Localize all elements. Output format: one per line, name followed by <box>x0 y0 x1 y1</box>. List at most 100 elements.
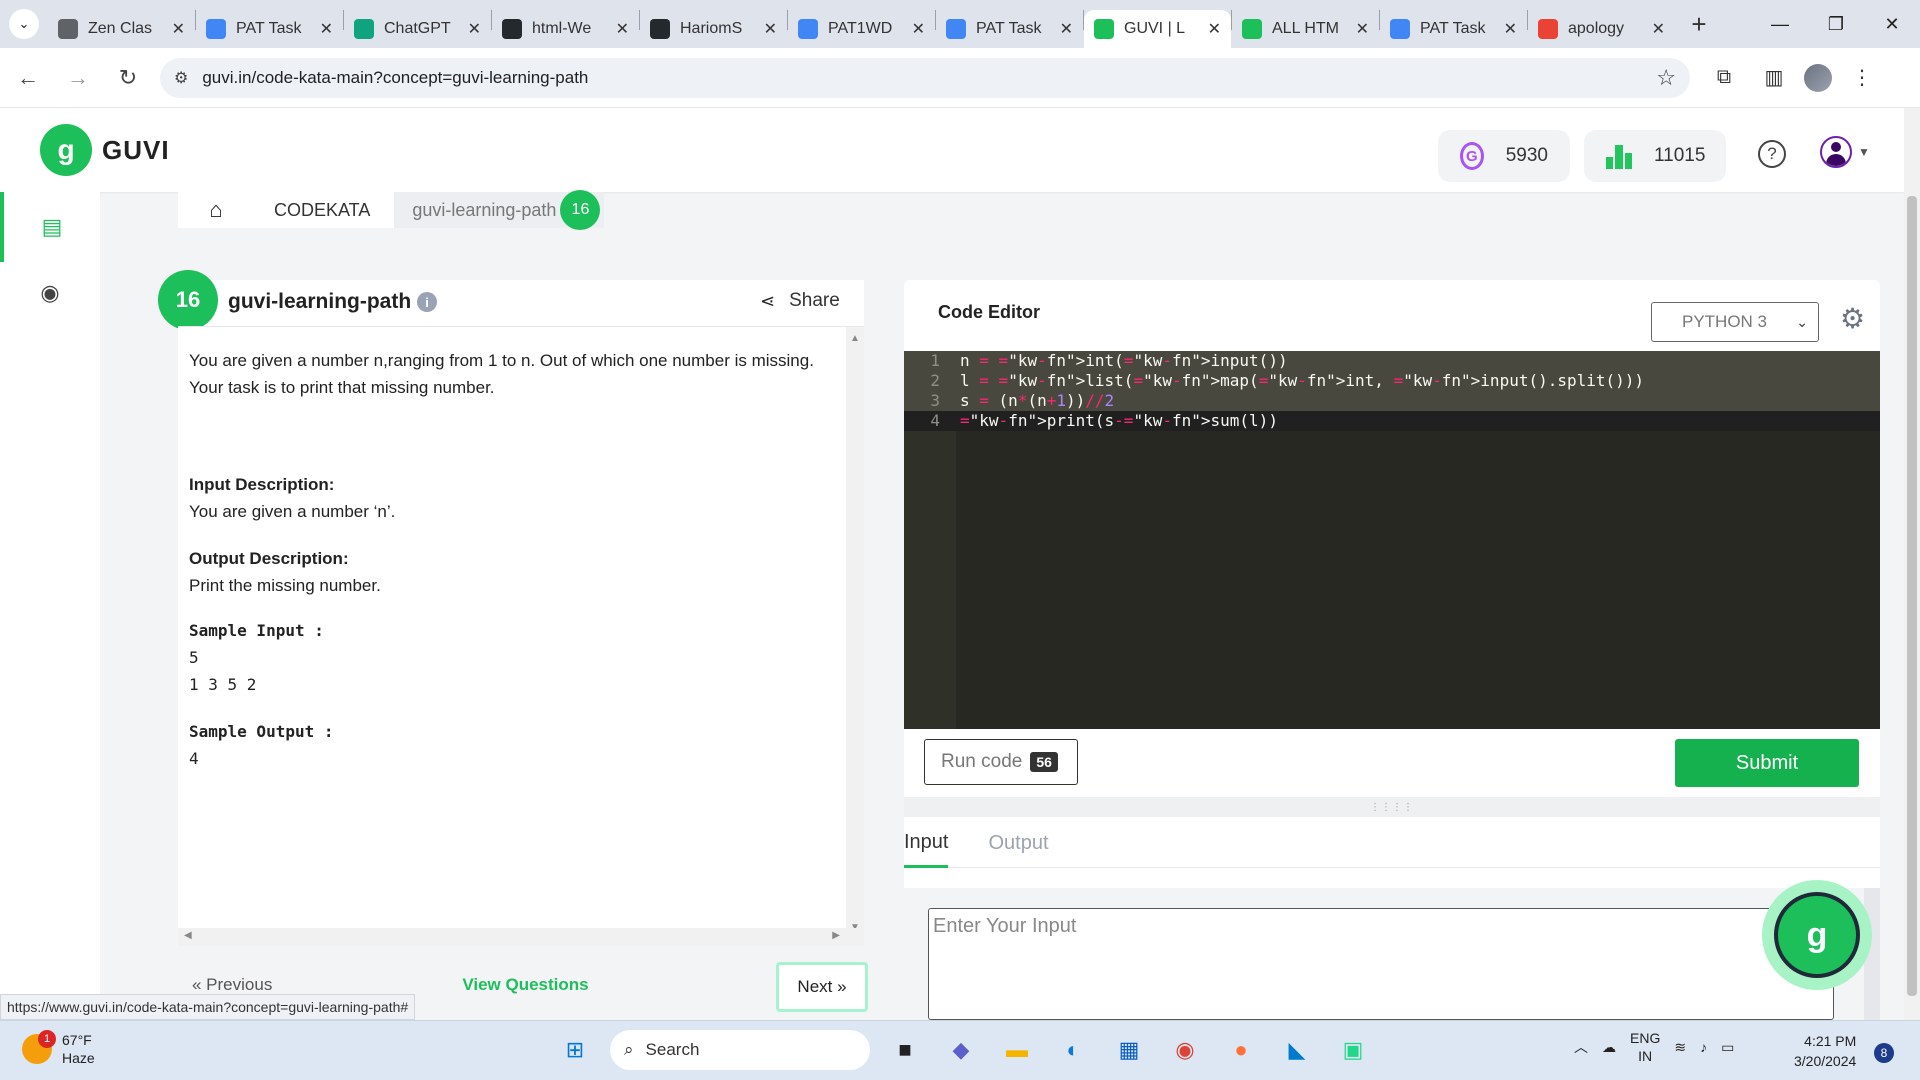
submit-button[interactable]: Submit <box>1675 739 1859 787</box>
pycharm-icon[interactable]: ▣ <box>1332 1029 1374 1071</box>
restore-button[interactable]: ❐ <box>1808 0 1864 48</box>
browser-tab[interactable]: GUVI | L ✕ <box>1084 10 1231 48</box>
classroom-icon <box>58 19 78 39</box>
browser-tab[interactable]: apology ✕ <box>1528 10 1675 48</box>
task-view-icon[interactable]: ■ <box>884 1029 926 1071</box>
browser-tab[interactable]: PAT Task ✕ <box>1380 10 1527 48</box>
store-icon[interactable]: ▦ <box>1108 1029 1150 1071</box>
close-tab-icon[interactable]: ✕ <box>1652 19 1665 39</box>
close-tab-icon[interactable]: ✕ <box>764 19 777 39</box>
browser-tab[interactable]: ALL HTM ✕ <box>1232 10 1379 48</box>
scroll-right-icon[interactable]: ▶ <box>832 930 840 941</box>
file-explorer-icon[interactable]: ▬ <box>996 1029 1038 1071</box>
close-tab-icon[interactable]: ✕ <box>468 19 481 39</box>
custom-input-field[interactable]: Enter Your Input <box>928 908 1834 1020</box>
run-code-button[interactable]: Run code 56 <box>924 739 1078 785</box>
problem-vertical-scrollbar[interactable]: ▲ ▼ <box>846 327 864 937</box>
tab-search-button[interactable]: ⌄ <box>0 0 48 48</box>
settings-gear-icon[interactable]: ⚙ <box>1840 302 1865 335</box>
resize-handle[interactable]: ⋮⋮⋮⋮ <box>904 797 1880 817</box>
omnibox[interactable]: ⚙ guvi.in/code-kata-main?concept=guvi-le… <box>160 57 1690 98</box>
close-tab-icon[interactable]: ✕ <box>1356 19 1369 39</box>
taskbar-search[interactable]: ⌕ Search <box>610 1030 870 1070</box>
language-indicator[interactable]: ENG IN <box>1630 1029 1660 1065</box>
browser-tab[interactable]: html-We ✕ <box>492 10 639 48</box>
tab-output[interactable]: Output <box>988 820 1048 868</box>
wifi-icon[interactable]: ≋ <box>1674 1039 1686 1056</box>
url-text[interactable]: guvi.in/code-kata-main?concept=guvi-lear… <box>202 68 1656 88</box>
breadcrumb-codekata[interactable]: CODEKATA <box>254 192 394 228</box>
scroll-left-icon[interactable]: ◀ <box>184 930 192 941</box>
scroll-up-icon[interactable]: ▲ <box>850 333 860 344</box>
problem-horizontal-scrollbar[interactable]: ◀ ▶ <box>178 928 864 946</box>
close-tab-icon[interactable]: ✕ <box>1060 19 1073 39</box>
next-button[interactable]: Next » <box>776 962 868 1012</box>
weather-widget[interactable]: 1 67°F Haze <box>22 1030 95 1067</box>
language-select[interactable]: PYTHON 3 ⌄ <box>1651 302 1819 342</box>
chevron-down-icon: ⌄ <box>9 9 39 39</box>
problems-list-icon[interactable]: ▤ <box>0 192 100 262</box>
close-tab-icon[interactable]: ✕ <box>1504 19 1517 39</box>
code-area[interactable]: 1 n = ="kw-fn">int(="kw-fn">input()) 2 l… <box>904 351 1880 729</box>
firefox-icon[interactable]: ● <box>1220 1029 1262 1071</box>
github-icon[interactable]: ◉ <box>0 258 100 328</box>
sample-output-title: Sample Output : <box>189 722 334 741</box>
chat-icon[interactable]: ◆ <box>940 1029 982 1071</box>
coins-pill[interactable]: G 5930 <box>1438 130 1570 182</box>
volume-icon[interactable]: ♪ <box>1700 1039 1707 1055</box>
tray-overflow-icon[interactable]: ︿ <box>1574 1037 1588 1057</box>
share-button[interactable]: ⋖ Share <box>760 290 840 312</box>
previous-button[interactable]: « Previous <box>192 975 272 995</box>
new-tab-button[interactable]: + <box>1681 6 1717 42</box>
code-line[interactable]: 3 s = (n*(n+1))//2 <box>904 391 1880 411</box>
code-line[interactable]: 2 l = ="kw-fn">list(="kw-fn">map(="kw-fn… <box>904 371 1880 391</box>
close-tab-icon[interactable]: ✕ <box>172 19 185 39</box>
browser-tab[interactable]: Zen Clas ✕ <box>48 10 195 48</box>
browser-menu-icon[interactable]: ⋮ <box>1842 58 1882 98</box>
guvi-logo[interactable]: g GUVI <box>40 124 170 176</box>
vscode-icon[interactable]: ◣ <box>1276 1029 1318 1071</box>
browser-tab[interactable]: PAT1WD ✕ <box>788 10 935 48</box>
code-line[interactable]: 4 ="kw-fn">print(s-="kw-fn">sum(l)) <box>904 411 1880 431</box>
problem-number-badge: 16 <box>158 270 218 330</box>
view-questions-link[interactable]: View Questions <box>462 975 588 995</box>
rank-pill[interactable]: 11015 <box>1584 130 1726 182</box>
forward-button[interactable]: → <box>56 56 100 100</box>
reload-button[interactable]: ↻ <box>106 56 150 100</box>
back-button[interactable]: ← <box>6 56 50 100</box>
extensions-icon[interactable]: ⧉ <box>1704 58 1744 98</box>
browser-tab[interactable]: PAT Task ✕ <box>196 10 343 48</box>
info-icon[interactable]: i <box>417 292 437 312</box>
page-scrollbar[interactable] <box>1904 108 1920 1020</box>
chrome-icon[interactable]: ◉ <box>1164 1029 1206 1071</box>
start-windows-icon[interactable]: ⊞ <box>554 1029 596 1071</box>
battery-icon[interactable]: ▭ <box>1721 1039 1734 1056</box>
site-info-icon[interactable]: ⚙ <box>174 68 188 88</box>
bookmark-star-icon[interactable]: ☆ <box>1656 65 1676 91</box>
browser-tab[interactable]: PAT Task ✕ <box>936 10 1083 48</box>
profile-avatar[interactable] <box>1804 63 1832 92</box>
page-scrollbar-thumb[interactable] <box>1907 196 1917 996</box>
tab-title: PAT1WD <box>828 20 893 37</box>
browser-tab[interactable]: HariomS ✕ <box>640 10 787 48</box>
notification-badge[interactable]: 8 <box>1874 1043 1894 1063</box>
breadcrumb-path[interactable]: guvi-learning-path 16 <box>394 190 605 230</box>
side-panel-icon[interactable]: ▥ <box>1754 58 1794 98</box>
close-tab-icon[interactable]: ✕ <box>616 19 629 39</box>
close-window-button[interactable]: ✕ <box>1864 0 1920 48</box>
user-menu[interactable]: ▼ <box>1820 136 1870 168</box>
help-icon[interactable]: ? <box>1758 140 1786 168</box>
edge-icon[interactable]: ◐ <box>1052 1029 1094 1071</box>
code-line[interactable]: 1 n = ="kw-fn">int(="kw-fn">input()) <box>904 351 1880 371</box>
close-tab-icon[interactable]: ✕ <box>320 19 333 39</box>
window-controls: — ❐ ✕ <box>1752 0 1920 48</box>
home-icon[interactable]: ⌂ <box>178 192 254 228</box>
close-tab-icon[interactable]: ✕ <box>1208 19 1221 39</box>
minimize-button[interactable]: — <box>1752 0 1808 48</box>
tab-input[interactable]: Input <box>904 820 949 868</box>
support-chat-button[interactable]: g <box>1762 880 1872 990</box>
browser-tab[interactable]: ChatGPT ✕ <box>344 10 491 48</box>
taskbar-clock[interactable]: 4:21 PM 3/20/2024 <box>1794 1031 1856 1071</box>
onedrive-icon[interactable]: ☁ <box>1602 1039 1616 1056</box>
close-tab-icon[interactable]: ✕ <box>912 19 925 39</box>
